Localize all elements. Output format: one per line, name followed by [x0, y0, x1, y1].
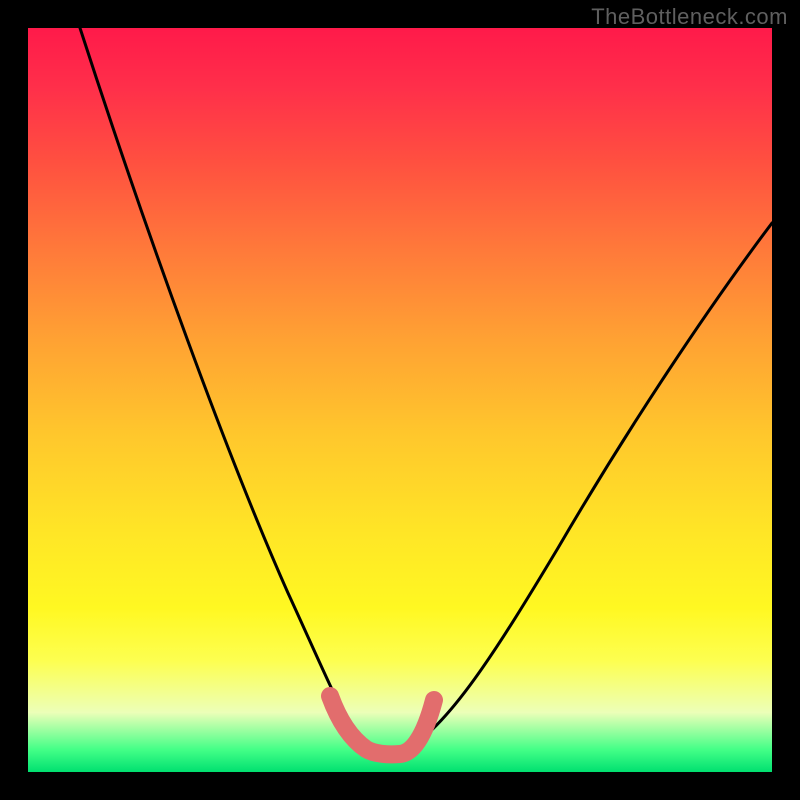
chart-container: TheBottleneck.com [0, 0, 800, 800]
watermark-text: TheBottleneck.com [591, 4, 788, 30]
chart-gradient-background [28, 28, 772, 772]
